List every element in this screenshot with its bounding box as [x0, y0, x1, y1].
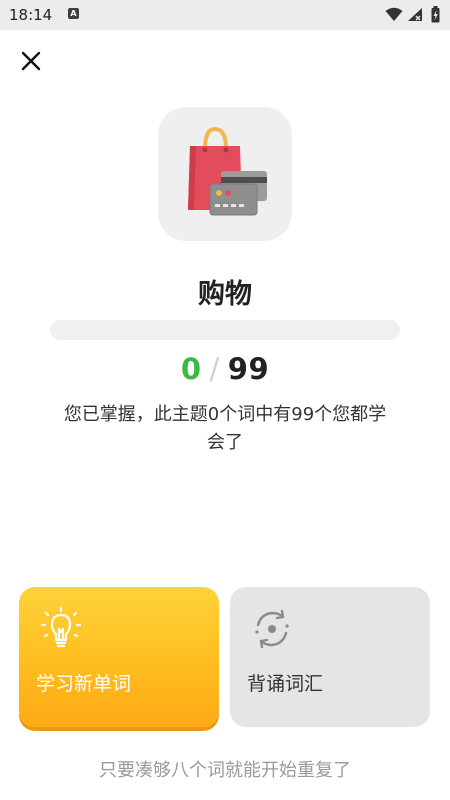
word-count: 0/99 [0, 352, 450, 386]
status-time: 18:14 [9, 6, 53, 24]
shopping-bag-card-icon [188, 126, 267, 216]
wifi-icon [385, 7, 403, 21]
review-vocabulary-button[interactable]: 背诵词汇 [230, 587, 430, 727]
topic-icon-container [158, 107, 292, 241]
learn-new-words-label: 学习新单词 [36, 673, 132, 695]
close-icon [21, 51, 41, 71]
battery-icon [431, 6, 440, 23]
total-count: 99 [227, 352, 270, 386]
signal-icon [408, 8, 422, 21]
topic-title: 购物 [198, 279, 252, 310]
close-button[interactable] [18, 48, 44, 74]
review-vocabulary-label: 背诵词汇 [247, 673, 324, 695]
footer-note: 只要凑够八个词就能开始重复了 [99, 760, 351, 781]
repeat-icon [255, 609, 289, 649]
lightbulb-icon [40, 606, 82, 648]
status-bar: 18:14 A [0, 0, 450, 30]
learned-count: 0 [180, 352, 202, 386]
notification-a-icon: A [68, 8, 79, 19]
progress-bar [50, 320, 400, 340]
mastery-summary: 您已掌握，此主题0个词中有99个您都学会了 [63, 404, 387, 453]
learn-new-words-button[interactable]: 学习新单词 [19, 587, 219, 727]
count-separator: / [209, 352, 220, 386]
